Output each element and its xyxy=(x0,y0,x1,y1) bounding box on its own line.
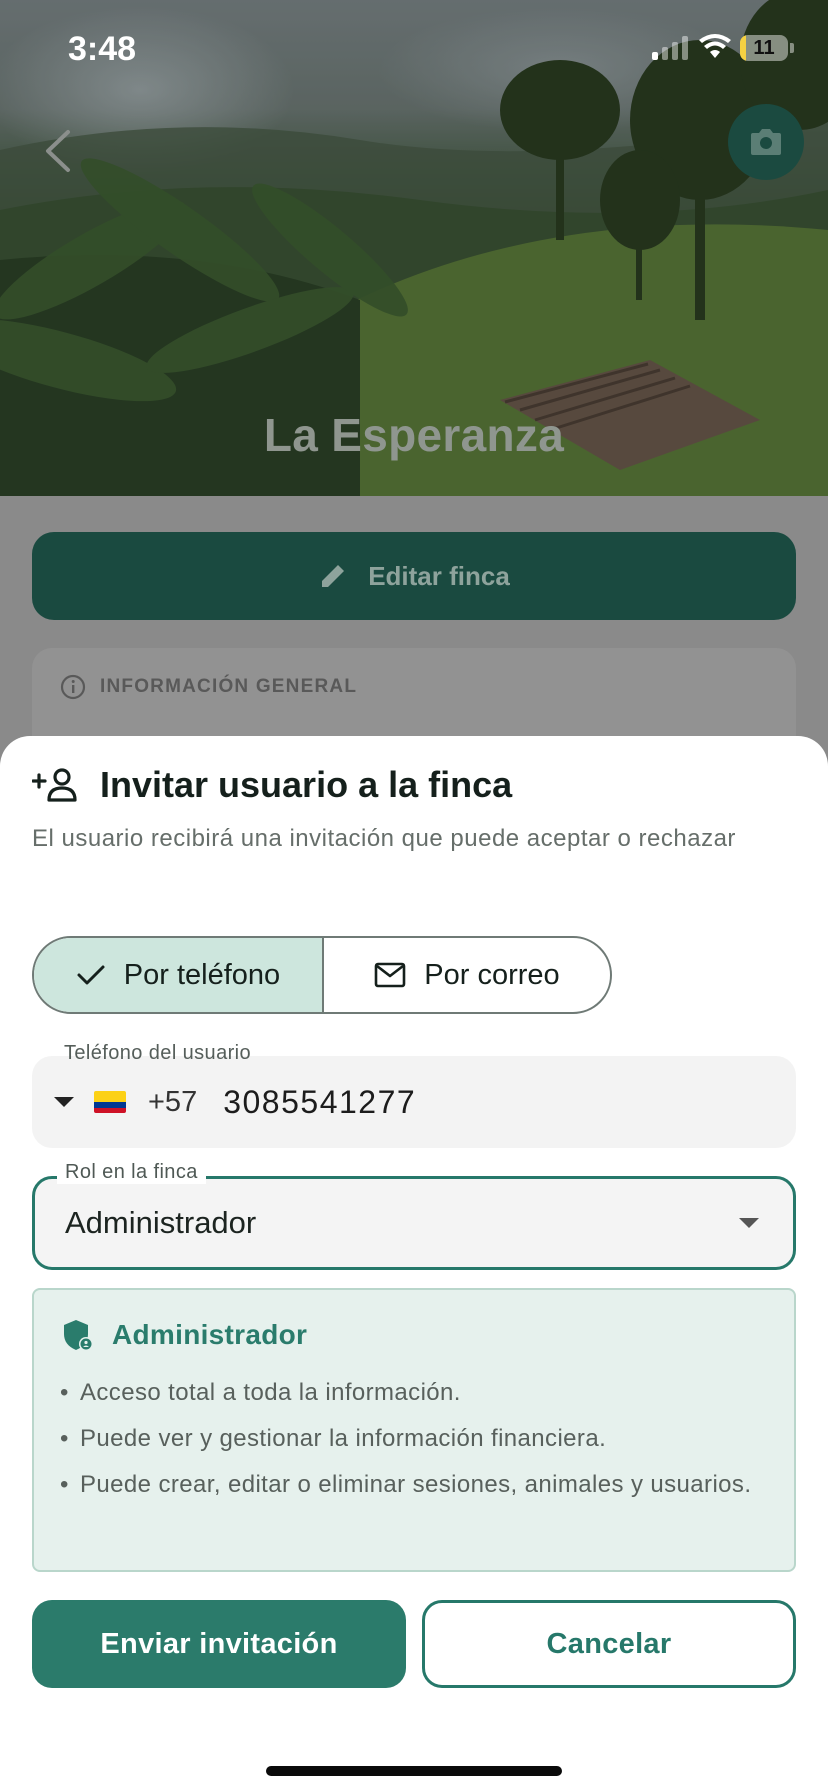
sheet-title: Invitar usuario a la finca xyxy=(100,764,513,805)
phone-input-row: +57 3085541277 xyxy=(52,1056,416,1148)
battery-level: 11 xyxy=(753,37,775,59)
role-info-title: Administrador xyxy=(112,1319,308,1350)
home-indicator xyxy=(266,1766,562,1776)
by-phone-label: Por teléfono xyxy=(123,958,281,991)
status-time: 3:48 xyxy=(68,30,137,68)
invite-method-toggle: Por teléfono Por correo xyxy=(32,936,612,1014)
add-person-icon xyxy=(32,768,77,802)
permissions-list: Acceso total a toda la información. Pued… xyxy=(60,1374,780,1512)
general-info-title: INFORMACIÓN GENERAL xyxy=(100,676,358,697)
phone-field[interactable]: Teléfono del usuario +57 3085541277 xyxy=(32,1042,796,1148)
phone-number-input[interactable]: 3085541277 xyxy=(223,1084,416,1121)
permission-item: Puede crear, editar o eliminar sesiones,… xyxy=(60,1466,780,1504)
country-dropdown-icon[interactable] xyxy=(52,1095,76,1109)
general-info-header: INFORMACIÓN GENERAL xyxy=(60,674,357,700)
invite-user-sheet: Invitar usuario a la finca El usuario re… xyxy=(0,736,828,1792)
permission-item: Puede ver y gestionar la información fin… xyxy=(60,1420,780,1458)
role-selected-value: Administrador xyxy=(65,1205,257,1240)
info-icon xyxy=(60,674,86,700)
camera-icon xyxy=(751,129,781,155)
role-info-header: Administrador xyxy=(62,1318,307,1352)
chevron-down-icon xyxy=(739,1218,759,1228)
mail-icon xyxy=(374,962,406,988)
cancel-button[interactable]: Cancelar xyxy=(422,1600,796,1688)
colombia-flag-icon[interactable] xyxy=(94,1091,126,1113)
check-icon xyxy=(77,965,105,985)
status-bar: 3:48 11 xyxy=(0,0,828,100)
edit-farm-button[interactable]: Editar finca xyxy=(32,532,796,620)
send-invitation-button[interactable]: Enviar invitación xyxy=(32,1600,406,1688)
permission-item: Acceso total a toda la información. xyxy=(60,1374,780,1412)
by-phone-tab[interactable]: Por teléfono xyxy=(34,938,324,1012)
sheet-header: Invitar usuario a la finca xyxy=(32,764,512,806)
role-info-card: Administrador Acceso total a toda la inf… xyxy=(32,1288,796,1572)
wifi-icon xyxy=(699,34,731,58)
farm-name: La Esperanza xyxy=(263,409,565,461)
back-button[interactable] xyxy=(38,126,78,176)
edit-farm-label: Editar finca xyxy=(368,560,510,591)
change-photo-button[interactable] xyxy=(728,104,804,180)
battery-icon: 11 xyxy=(740,35,788,61)
role-select[interactable]: Rol en la finca Administrador xyxy=(32,1161,796,1270)
country-code: +57 xyxy=(148,1085,198,1118)
sheet-subtitle: El usuario recibirá una invitación que p… xyxy=(32,825,736,852)
by-email-tab[interactable]: Por correo xyxy=(324,938,610,1012)
chevron-left-icon xyxy=(46,130,70,172)
admin-shield-icon xyxy=(64,1320,93,1351)
pencil-icon xyxy=(322,565,345,587)
cellular-signal-icon xyxy=(652,36,688,60)
by-email-label: Por correo xyxy=(424,958,560,991)
battery-cap xyxy=(790,43,794,53)
